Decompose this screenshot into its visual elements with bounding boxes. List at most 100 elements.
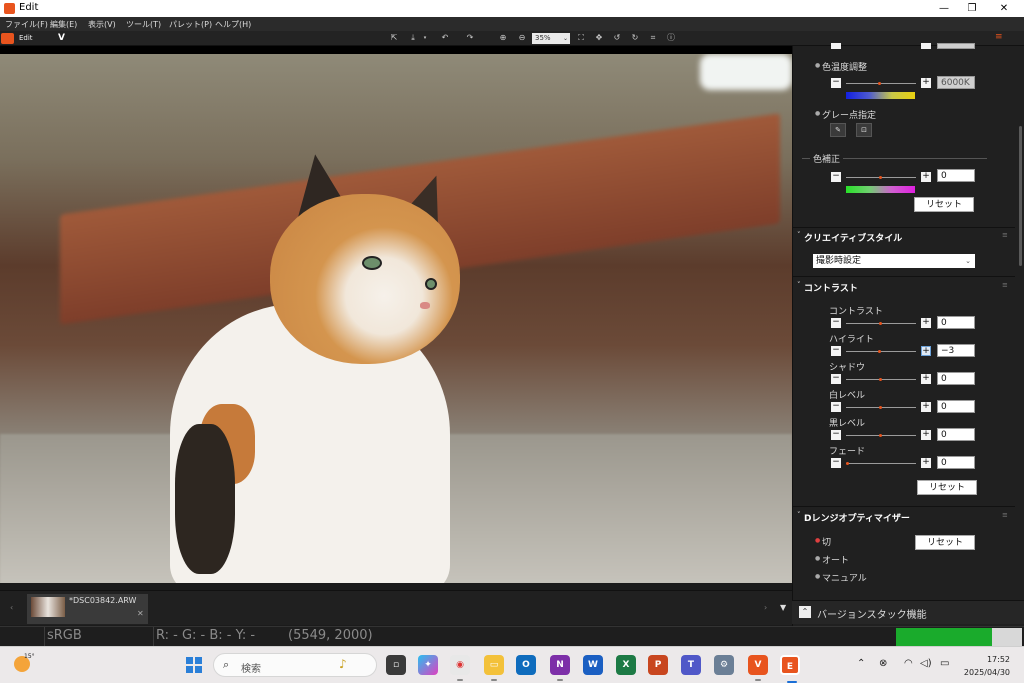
contrast-reset-button[interactable]: リセット: [917, 480, 977, 495]
version-stack-bar[interactable]: ⌃ バージョンスタック機能: [792, 600, 1024, 624]
plus-button[interactable]: +: [921, 402, 931, 412]
plus-button[interactable]: [921, 43, 931, 49]
windows-start-icon[interactable]: [186, 657, 202, 673]
settings-gear-icon[interactable]: ⚙: [714, 655, 734, 675]
plus-button[interactable]: +: [921, 458, 931, 468]
value-field[interactable]: 0: [937, 456, 975, 469]
drag-handle-icon[interactable]: ≡: [1002, 511, 1008, 519]
save-dropdown-icon[interactable]: ▾: [420, 33, 430, 43]
plus-button[interactable]: +: [921, 346, 931, 356]
file-explorer-icon[interactable]: ▭: [484, 655, 504, 681]
viewer-app-icon[interactable]: V: [748, 655, 768, 681]
value-field[interactable]: 0: [937, 428, 975, 441]
color-temp-value[interactable]: 6000K: [937, 76, 975, 89]
color-correction-reset-button[interactable]: リセット: [914, 197, 974, 212]
value-field[interactable]: 0: [937, 316, 975, 329]
fit-icon[interactable]: ⛶: [576, 33, 586, 43]
rotate-right-icon[interactable]: ↻: [630, 33, 640, 43]
slider-thumb[interactable]: [879, 378, 882, 381]
zoom-select[interactable]: 35% ⌄: [532, 33, 570, 44]
slider-thumb[interactable]: [878, 82, 881, 85]
creative-style-select[interactable]: 撮影時設定 ⌄: [813, 254, 975, 268]
plus-button[interactable]: +: [921, 374, 931, 384]
scroll-left-icon[interactable]: ‹: [10, 603, 13, 612]
color-correction-value[interactable]: 0: [937, 169, 975, 182]
value-field[interactable]: [937, 43, 975, 49]
clock[interactable]: 17:52 2025/04/30: [962, 653, 1010, 679]
color-temp-slider[interactable]: [846, 83, 916, 84]
slider-thumb[interactable]: [879, 176, 882, 179]
drag-handle-icon[interactable]: ≡: [1002, 281, 1008, 289]
teams-icon[interactable]: T: [681, 655, 701, 675]
value-field[interactable]: −3: [937, 344, 975, 357]
minus-button[interactable]: −: [831, 430, 841, 440]
image-viewer[interactable]: [0, 46, 792, 583]
actual-size-icon[interactable]: ✥: [594, 33, 604, 43]
crop-icon[interactable]: ⌗: [648, 33, 658, 43]
d-range-option-off[interactable]: 切: [822, 535, 831, 548]
chrome-icon[interactable]: ◉: [450, 655, 470, 681]
slider-track[interactable]: [846, 463, 916, 464]
excel-icon[interactable]: X: [616, 655, 636, 675]
info-icon[interactable]: ⓘ: [666, 33, 676, 43]
d-range-header[interactable]: ˅ Dレンジオプティマイザー ≡: [793, 509, 1015, 525]
creative-style-header[interactable]: ˅ クリエイティブスタイル ≡: [793, 229, 1015, 245]
rotate-left-icon[interactable]: ↺: [612, 33, 622, 43]
battery-icon[interactable]: ▭: [940, 658, 949, 669]
slider-thumb[interactable]: [878, 350, 881, 353]
color-correction-minus-button[interactable]: −: [831, 172, 841, 182]
collapse-up-icon[interactable]: ⌃: [799, 606, 811, 618]
value-field[interactable]: 0: [937, 400, 975, 413]
status-tray-icon[interactable]: ⊗: [879, 658, 887, 669]
plus-button[interactable]: +: [921, 430, 931, 440]
d-range-reset-button[interactable]: リセット: [915, 535, 975, 550]
onenote-icon[interactable]: N: [550, 655, 570, 681]
eyedropper-icon[interactable]: ✎: [830, 123, 846, 137]
export-icon[interactable]: ⇱: [389, 33, 399, 43]
d-range-option-manual[interactable]: マニュアル: [822, 571, 867, 584]
word-icon[interactable]: W: [583, 655, 603, 675]
d-range-option-auto[interactable]: オート: [822, 553, 849, 566]
powerpoint-icon[interactable]: P: [648, 655, 668, 675]
minus-button[interactable]: −: [831, 374, 841, 384]
minus-button[interactable]: −: [831, 402, 841, 412]
clear-gray-point-icon[interactable]: ⊡: [856, 123, 872, 137]
menu-help[interactable]: ヘルプ(H): [215, 19, 251, 30]
volume-icon[interactable]: ◁): [920, 658, 932, 669]
close-button[interactable]: ✕: [984, 0, 1024, 17]
color-temp-plus-button[interactable]: +: [921, 78, 931, 88]
slider-thumb[interactable]: [879, 434, 882, 437]
color-temp-minus-button[interactable]: −: [831, 78, 841, 88]
drag-handle-icon[interactable]: ≡: [1002, 231, 1008, 239]
slider-thumb[interactable]: [879, 322, 882, 325]
minus-button[interactable]: −: [831, 318, 841, 328]
value-field[interactable]: 0: [937, 372, 975, 385]
zoom-in-icon[interactable]: ⊕: [498, 33, 508, 43]
minus-button[interactable]: [831, 43, 841, 49]
show-hidden-icons[interactable]: ⌃: [857, 658, 865, 669]
radio-selected-icon[interactable]: ●: [815, 537, 820, 544]
wifi-icon[interactable]: ◠: [904, 658, 913, 669]
plus-button[interactable]: +: [921, 318, 931, 328]
scroll-right-icon[interactable]: ›: [764, 603, 767, 612]
menu-palette[interactable]: パレット(P): [169, 19, 212, 30]
copilot-icon[interactable]: ✦: [418, 655, 438, 675]
task-view-icon[interactable]: ▫: [386, 655, 406, 675]
minus-button[interactable]: −: [831, 458, 841, 468]
slider-track[interactable]: [846, 351, 916, 352]
menu-view[interactable]: 表示(V): [88, 19, 116, 30]
filmstrip-item[interactable]: *DSC03842.ARW ✕: [27, 594, 148, 624]
undo-icon[interactable]: ↶: [440, 33, 450, 43]
menu-edit[interactable]: 編集(E): [50, 19, 77, 30]
redo-icon[interactable]: ↷: [465, 33, 475, 43]
zoom-out-icon[interactable]: ⊖: [517, 33, 527, 43]
minus-button[interactable]: −: [831, 346, 841, 356]
slider-thumb[interactable]: [846, 462, 849, 465]
panel-menu-icon[interactable]: ≡: [995, 32, 1003, 42]
outlook-icon[interactable]: O: [516, 655, 536, 675]
edit-app-icon[interactable]: E: [780, 655, 800, 683]
menu-file[interactable]: ファイル(F): [5, 19, 48, 30]
radio-icon[interactable]: ●: [815, 573, 820, 580]
taskbar-search[interactable]: ⌕ 検索 ♪: [213, 653, 377, 677]
filmstrip-dropdown-icon[interactable]: ▼: [780, 603, 786, 612]
